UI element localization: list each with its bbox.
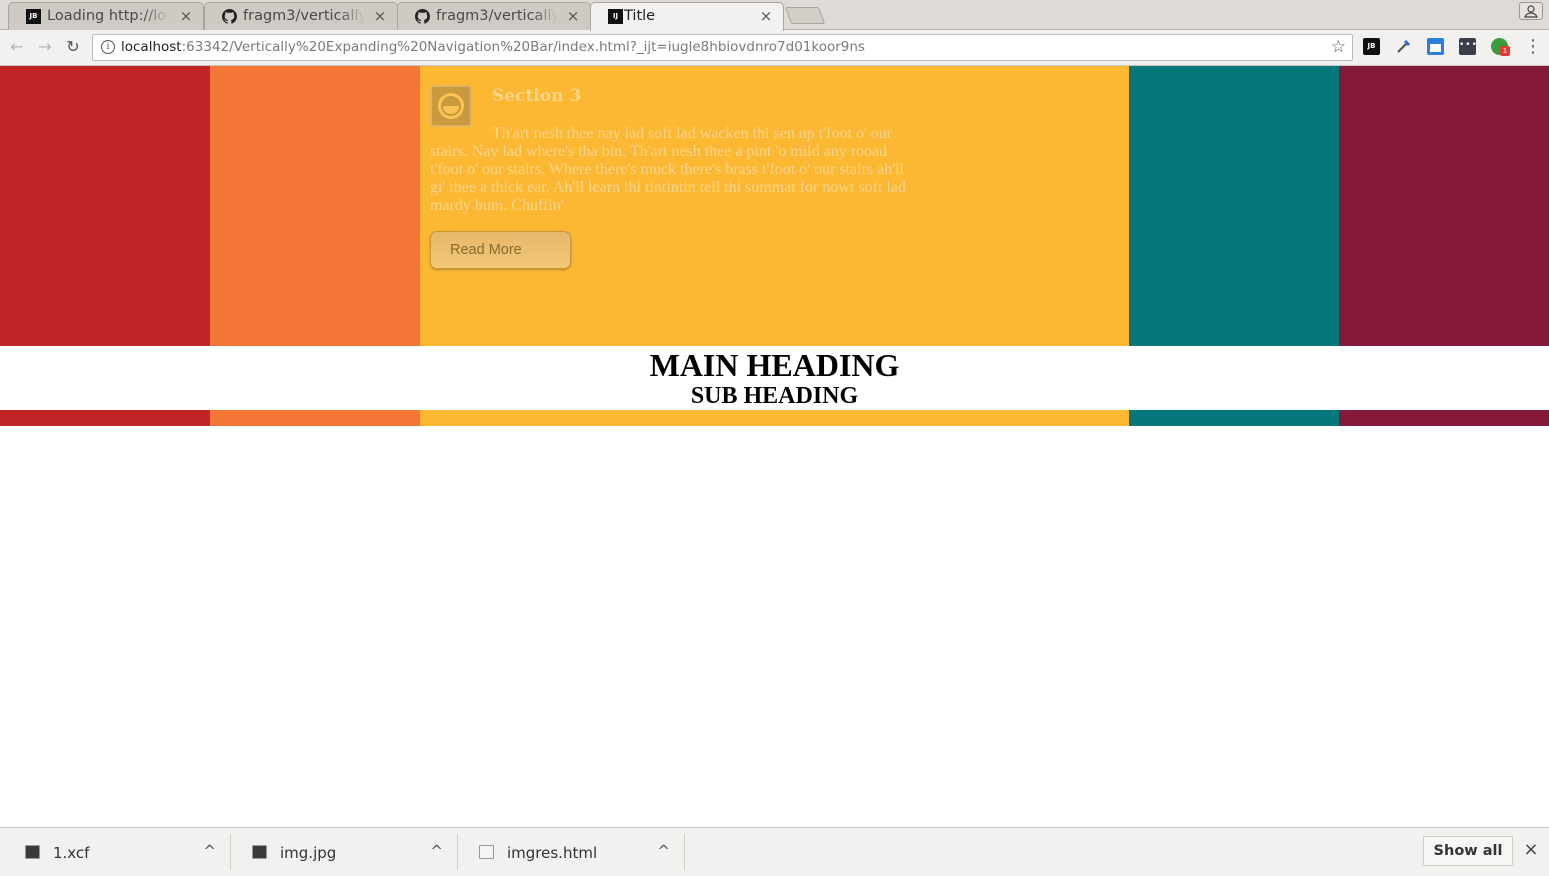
download-filename: img.jpg xyxy=(280,844,337,862)
chevron-up-icon[interactable]: ^ xyxy=(657,842,670,860)
menu-icon[interactable]: ⋮ xyxy=(1524,36,1542,58)
read-more-label: Read More xyxy=(450,242,522,258)
color-strip-1 xyxy=(0,410,210,426)
browser-toolbar: ← → ↻ i localhost:63342/Vertically%20Exp… xyxy=(0,30,1549,66)
profile-button[interactable] xyxy=(1519,2,1543,20)
back-button[interactable]: ← xyxy=(8,38,26,56)
main-heading: MAIN HEADING xyxy=(649,347,900,383)
close-icon[interactable]: × xyxy=(1522,840,1540,860)
download-filename: imgres.html xyxy=(507,844,598,862)
jetbrains-icon: JB xyxy=(26,9,41,24)
github-icon xyxy=(222,9,237,24)
url-path: :63342/Vertically%20Expanding%20Navigati… xyxy=(181,39,865,55)
tab-strip: JB Loading http://localhost × fragm3/ver… xyxy=(0,0,1549,31)
color-strip-3 xyxy=(420,410,1129,426)
color-strip-5 xyxy=(1339,410,1549,426)
person-icon xyxy=(1524,5,1538,18)
download-filename: 1.xcf xyxy=(53,844,90,862)
calendar-extension-icon[interactable] xyxy=(1427,38,1444,55)
tab-github-2[interactable]: fragm3/vertically-expanding × xyxy=(397,2,591,30)
read-more-button[interactable]: Read More xyxy=(430,231,571,269)
chevron-up-icon[interactable]: ^ xyxy=(430,842,443,860)
tab-title: fragm3/vertically-expanding xyxy=(243,8,365,26)
url-host: localhost xyxy=(121,39,182,55)
chevron-up-icon[interactable]: ^ xyxy=(203,842,216,860)
github-icon xyxy=(415,9,430,24)
close-icon[interactable]: × xyxy=(179,8,193,24)
tab-github-1[interactable]: fragm3/vertically-expanding × xyxy=(204,2,398,30)
close-icon[interactable]: × xyxy=(759,8,773,24)
download-shelf: 1.xcf ^ img.jpg ^ imgres.html ^ Show all… xyxy=(0,827,1549,876)
tab-title: Loading http://localhost xyxy=(47,8,169,26)
address-bar[interactable]: i localhost:63342/Vertically%20Expanding… xyxy=(92,34,1353,61)
html-file-icon xyxy=(479,845,494,859)
close-icon[interactable]: × xyxy=(566,8,580,24)
green-extension-icon[interactable]: 1 xyxy=(1491,38,1510,56)
section-text: Th'art nesh thee nay lad soft lad wacken… xyxy=(430,125,906,214)
page-viewport: Section 3 Th'art nesh thee nay lad soft … xyxy=(0,66,1549,827)
extension-badge: 1 xyxy=(1500,46,1510,56)
forward-button[interactable]: → xyxy=(36,38,54,56)
nav-column-4[interactable] xyxy=(1129,66,1339,346)
intellij-icon: IJ xyxy=(608,9,623,24)
download-item[interactable]: img.jpg ^ xyxy=(231,834,458,870)
download-item[interactable]: 1.xcf ^ xyxy=(4,834,231,870)
close-icon[interactable]: × xyxy=(373,8,387,24)
nav-column-1[interactable] xyxy=(0,66,210,346)
bookmark-star-icon[interactable]: ☆ xyxy=(1331,37,1346,57)
reload-button[interactable]: ↻ xyxy=(64,38,82,56)
nav-column-2[interactable] xyxy=(210,66,420,346)
tab-title-active[interactable]: IJ Title × xyxy=(590,2,784,31)
download-item[interactable]: imgres.html ^ xyxy=(458,834,685,870)
image-file-icon xyxy=(252,845,267,859)
tab-loading[interactable]: JB Loading http://localhost × xyxy=(8,2,204,30)
info-icon[interactable]: i xyxy=(101,40,115,54)
color-strip-4 xyxy=(1129,410,1339,426)
url-text[interactable]: localhost:63342/Vertically%20Expanding%2… xyxy=(121,39,865,55)
new-tab-button[interactable] xyxy=(784,7,826,24)
jetbrains-extension-icon[interactable]: JB xyxy=(1363,38,1380,55)
eyedropper-icon[interactable] xyxy=(1395,38,1412,55)
image-file-icon xyxy=(25,845,40,859)
tab-title: fragm3/vertically-expanding xyxy=(436,8,558,26)
section-title: Section 3 xyxy=(492,86,582,106)
nav-column-5[interactable] xyxy=(1339,66,1549,346)
smiley-icon xyxy=(430,85,472,127)
more-extension-icon[interactable]: ••• xyxy=(1459,38,1477,55)
tab-title: Title xyxy=(624,8,656,24)
sub-heading: SUB HEADING xyxy=(690,383,859,409)
color-strip-2 xyxy=(210,410,420,426)
show-all-button[interactable]: Show all xyxy=(1423,836,1513,866)
